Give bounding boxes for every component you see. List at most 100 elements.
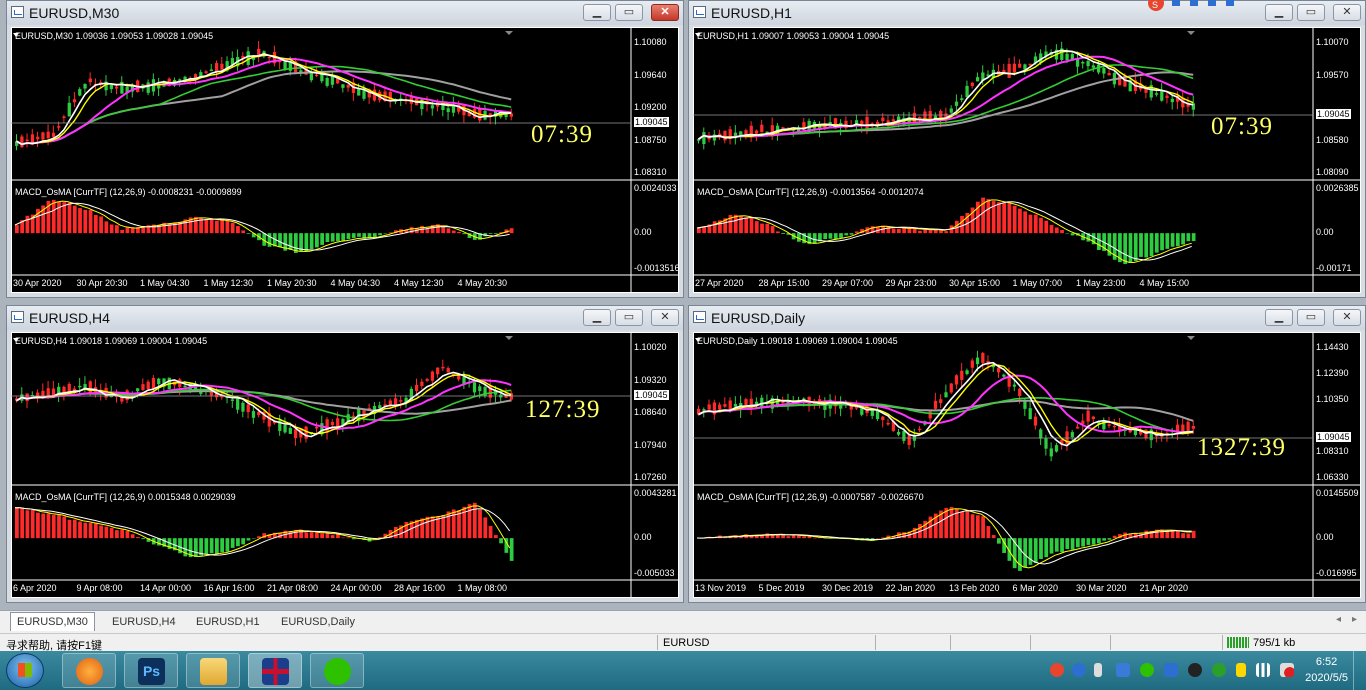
- help-tray-icon[interactable]: [1072, 663, 1086, 677]
- qq-tray-icon[interactable]: [1188, 663, 1202, 677]
- minimize-button[interactable]: ▁: [583, 309, 611, 326]
- close-button[interactable]: ✕: [1333, 309, 1361, 326]
- taskbar-app-photoshop[interactable]: Ps: [124, 653, 178, 688]
- tab-eurusd-m30[interactable]: EURUSD,M30: [10, 612, 95, 631]
- candle-body: [430, 105, 435, 109]
- window-title: EURUSD,M30: [29, 5, 120, 21]
- macd-bar: [509, 228, 514, 234]
- taskbar-app-explorer[interactable]: [186, 653, 240, 688]
- macd-bar: [1023, 538, 1028, 568]
- candle-body: [1154, 93, 1159, 95]
- sogou-tray-icon[interactable]: [1050, 663, 1064, 677]
- tab-eurusd-h4[interactable]: EURUSD,H4: [106, 613, 182, 631]
- window-titlebar[interactable]: EURUSD,M30 ▁ ▭ ✕: [7, 1, 683, 25]
- macd-bar: [493, 535, 498, 539]
- system-clock[interactable]: 6:52 2020/5/5: [1305, 654, 1348, 686]
- close-button[interactable]: ✕: [651, 4, 679, 21]
- tab-eurusd-daily[interactable]: EURUSD,Daily: [275, 613, 361, 631]
- chart-border: [11, 332, 679, 598]
- usb-tray-icon[interactable]: [1094, 663, 1102, 677]
- price-tick-label: 1.09320: [634, 374, 667, 385]
- macd-bar: [72, 205, 77, 234]
- fox-browser-icon: [76, 658, 103, 685]
- window-titlebar[interactable]: EURUSD,H1 ▁ ▭ ✕: [689, 1, 1365, 25]
- maximize-button[interactable]: ▭: [1297, 309, 1325, 326]
- close-button[interactable]: ✕: [1333, 4, 1361, 21]
- volume-muted-icon[interactable]: [1280, 663, 1294, 677]
- wechat-tray-icon[interactable]: [1140, 663, 1154, 677]
- price-chart[interactable]: EURUSD,H4 1.09018 1.09069 1.09004 1.0904…: [11, 332, 679, 598]
- price-chart[interactable]: EURUSD,H1 1.09007 1.09053 1.09004 1.0904…: [693, 27, 1361, 293]
- macd-bar: [125, 530, 130, 539]
- ime-toolbar[interactable]: S: [1146, 0, 1236, 12]
- macd-bar: [1191, 530, 1196, 539]
- price-chart[interactable]: EURUSD,Daily 1.09018 1.09069 1.09004 1.0…: [693, 332, 1361, 598]
- macd-bar: [712, 221, 717, 234]
- maximize-button[interactable]: ▭: [615, 4, 643, 21]
- window-titlebar[interactable]: EURUSD,H4 ▁ ▭ ✕: [7, 306, 683, 330]
- candle-body: [315, 426, 319, 429]
- security-tray-icon[interactable]: [1212, 663, 1226, 677]
- macd-bar: [141, 227, 146, 234]
- chart-window-h1[interactable]: EURUSD,H1 ▁ ▭ ✕ EURUSD,H1 1.09007 1.0905…: [688, 0, 1366, 298]
- candle-body: [902, 431, 906, 441]
- minimize-button[interactable]: ▁: [1265, 309, 1293, 326]
- svg-text:S: S: [1152, 0, 1158, 10]
- window-titlebar[interactable]: EURUSD,Daily ▁ ▭ ✕: [689, 306, 1365, 330]
- candle-body: [754, 130, 759, 134]
- maximize-button[interactable]: ▭: [615, 309, 643, 326]
- shield-tray-icon[interactable]: [1164, 663, 1178, 677]
- candle-body: [965, 85, 969, 98]
- candle-body: [336, 418, 340, 427]
- start-button[interactable]: [6, 653, 44, 688]
- chart-window-daily[interactable]: EURUSD,Daily ▁ ▭ ✕ EURUSD,Daily 1.09018 …: [688, 305, 1366, 603]
- candle-body: [209, 69, 213, 72]
- macd-bar: [357, 233, 361, 237]
- macd-bar: [1149, 233, 1154, 257]
- candle-body: [183, 385, 187, 388]
- macd-bar: [1102, 538, 1107, 541]
- candle-body: [341, 84, 345, 88]
- candle-body: [151, 377, 156, 389]
- clock-date: 2020/5/5: [1305, 672, 1348, 684]
- tab-eurusd-h1[interactable]: EURUSD,H1: [190, 613, 266, 631]
- ohlc-readout: EURUSD,Daily 1.09018 1.09069 1.09004 1.0…: [697, 336, 898, 346]
- macd-bar: [1123, 233, 1128, 265]
- macd-bar: [1170, 530, 1175, 539]
- macd-bar: [697, 227, 701, 234]
- price-chart[interactable]: EURUSD,M30 1.09036 1.09053 1.09028 1.090…: [11, 27, 679, 293]
- tab-scroll-left-icon[interactable]: ◂: [1336, 614, 1341, 625]
- show-desktop-button[interactable]: [1353, 651, 1366, 690]
- time-tick-label: 30 Apr 20:30: [76, 278, 128, 288]
- signal-tray-icon[interactable]: [1256, 663, 1270, 677]
- macd-bar: [115, 530, 119, 539]
- tab-scroll-right-icon[interactable]: ▸: [1352, 614, 1357, 625]
- candle-body: [478, 386, 482, 392]
- candle-body: [1102, 68, 1106, 74]
- macd-bar: [93, 523, 98, 539]
- macd-bar: [51, 199, 56, 234]
- taskbar-app-wechat[interactable]: [310, 653, 364, 688]
- minimize-button[interactable]: ▁: [583, 4, 611, 21]
- macd-bar: [78, 521, 82, 539]
- macd-bar: [241, 538, 246, 545]
- macd-bar: [1175, 233, 1180, 247]
- close-button[interactable]: ✕: [651, 309, 679, 326]
- chart-window-m30[interactable]: EURUSD,M30 ▁ ▭ ✕ EURUSD,M30 1.09036 1.09…: [6, 0, 684, 298]
- taskbar-app-fox[interactable]: [62, 653, 116, 688]
- flag-tray-icon[interactable]: [1236, 663, 1246, 677]
- macd-bar: [828, 233, 833, 239]
- network-box-tray-icon[interactable]: [1116, 663, 1130, 677]
- candle-body: [83, 84, 87, 89]
- minimize-button[interactable]: ▁: [1265, 4, 1293, 21]
- taskbar-app-uk[interactable]: [248, 653, 302, 688]
- macd-bar: [309, 233, 314, 250]
- chart-tabs-bar: EURUSD,M30 EURUSD,H4 EURUSD,H1 EURUSD,Da…: [0, 610, 1366, 633]
- time-tick-label: 21 Apr 08:00: [267, 583, 319, 593]
- macd-bar: [1154, 233, 1159, 253]
- chart-window-h4[interactable]: EURUSD,H4 ▁ ▭ ✕ EURUSD,H4 1.09018 1.0906…: [6, 305, 684, 603]
- maximize-button[interactable]: ▭: [1297, 4, 1325, 21]
- macd-bar: [204, 219, 209, 234]
- macd-bar: [20, 507, 25, 539]
- candle-body: [707, 404, 711, 410]
